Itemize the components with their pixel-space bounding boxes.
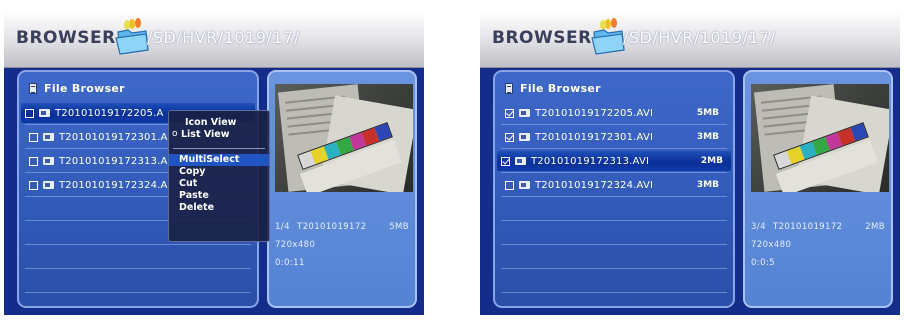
folder-path: /SD/HVR/1019/17/ xyxy=(623,28,776,47)
file-browser-title: File Browser xyxy=(505,80,601,96)
video-file-icon xyxy=(39,109,50,117)
file-row[interactable]: T20101019172313.AVI 2MB xyxy=(497,151,731,171)
preview-index: 1/4 xyxy=(275,222,290,232)
video-thumbnail xyxy=(275,84,413,192)
menu-divider xyxy=(173,148,265,149)
file-row[interactable]: T20101019172205.AVI 5MB xyxy=(501,103,727,123)
menu-item-delete[interactable]: Delete xyxy=(169,202,269,214)
menu-item-copy[interactable]: Copy xyxy=(169,166,269,178)
preview-filename: T20101019172 xyxy=(773,222,843,232)
preview-panel: 1/4 T20101019172 5MB 720x480 0:0:11 xyxy=(267,70,417,308)
right-screen: BROWSER /SD/HVR/1019/17/ File Browser T2… xyxy=(480,11,900,315)
checkbox-icon[interactable] xyxy=(29,132,38,142)
preview-resolution: 720x480 xyxy=(751,240,792,250)
preview-filename: T20101019172 xyxy=(297,222,367,232)
file-row[interactable]: T20101019172324.AVI 3MB xyxy=(501,175,727,195)
menu-item-multiselect[interactable]: MultiSelect xyxy=(169,154,269,166)
preview-size: 5MB xyxy=(389,222,409,232)
checkbox-icon[interactable] xyxy=(25,108,34,118)
menu-item-paste[interactable]: Paste xyxy=(169,190,269,202)
preview-duration: 0:0:5 xyxy=(751,258,775,268)
video-file-icon xyxy=(519,133,530,141)
app-title: BROWSER xyxy=(16,28,116,48)
checkbox-icon[interactable] xyxy=(501,156,510,166)
video-file-icon xyxy=(43,157,54,165)
video-file-icon xyxy=(519,181,530,189)
checkbox-icon[interactable] xyxy=(29,180,38,190)
checkbox-icon[interactable] xyxy=(505,108,514,118)
preview-size: 2MB xyxy=(865,222,885,232)
document-icon xyxy=(29,82,37,94)
folder-path: /SD/HVR/1019/17/ xyxy=(147,28,300,47)
checkbox-icon[interactable] xyxy=(505,180,514,190)
checkbox-icon[interactable] xyxy=(505,132,514,142)
checkbox-icon[interactable] xyxy=(29,156,38,166)
header-bar: BROWSER /SD/HVR/1019/17/ xyxy=(4,11,424,68)
header-bar: BROWSER /SD/HVR/1019/17/ xyxy=(480,11,900,68)
left-screen: BROWSER /SD/HVR/1019/17/ File Browser T2… xyxy=(4,11,424,315)
video-file-icon xyxy=(43,181,54,189)
context-menu: Icon View o List View MultiSelect Copy C… xyxy=(168,110,270,242)
file-row[interactable]: T20101019172301.AVI 3MB xyxy=(501,127,727,147)
preview-panel: 3/4 T20101019172 2MB 720x480 0:0:5 xyxy=(743,70,893,308)
preview-resolution: 720x480 xyxy=(275,240,316,250)
video-file-icon xyxy=(515,157,526,165)
preview-index: 3/4 xyxy=(751,222,766,232)
menu-item-icon-view[interactable]: Icon View xyxy=(169,117,269,129)
file-browser-title: File Browser xyxy=(29,80,125,96)
preview-duration: 0:0:11 xyxy=(275,258,305,268)
folder-icon xyxy=(591,18,625,55)
menu-item-list-view[interactable]: List View xyxy=(169,129,269,141)
folder-icon xyxy=(115,18,149,55)
app-title: BROWSER xyxy=(492,28,592,48)
video-file-icon xyxy=(519,109,530,117)
video-thumbnail xyxy=(751,84,889,192)
menu-item-cut[interactable]: Cut xyxy=(169,178,269,190)
video-file-icon xyxy=(43,133,54,141)
document-icon xyxy=(505,82,513,94)
file-list-panel: File Browser T20101019172205.AVI 5MB T20… xyxy=(493,70,735,308)
